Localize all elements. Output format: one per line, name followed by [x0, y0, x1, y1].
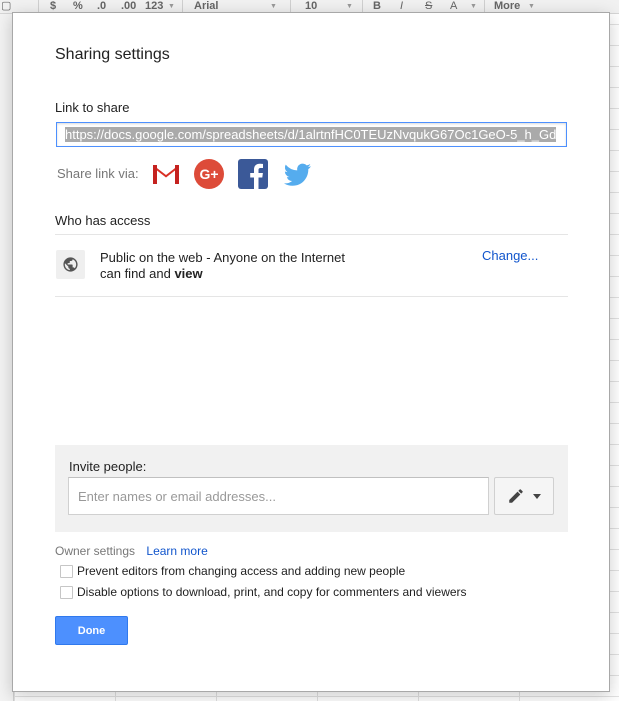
sharing-settings-dialog: Sharing settings Link to share https://d…	[12, 12, 610, 692]
facebook-icon[interactable]	[237, 158, 269, 190]
invite-people-input[interactable]	[68, 477, 489, 515]
chevron-down-icon	[533, 493, 541, 499]
disable-download-label: Disable options to download, print, and …	[77, 585, 467, 599]
gmail-icon[interactable]	[150, 158, 182, 190]
owner-settings-label: Owner settings	[55, 544, 136, 558]
invite-people-label: Invite people:	[69, 459, 147, 474]
prevent-editors-option: Prevent editors from changing access and…	[60, 564, 405, 578]
dialog-title: Sharing settings	[55, 46, 170, 63]
pencil-icon	[509, 489, 523, 503]
twitter-icon[interactable]	[281, 158, 313, 190]
svg-text:G+: G+	[199, 166, 218, 182]
disable-download-checkbox[interactable]	[60, 585, 73, 599]
invite-panel: Invite people:	[55, 445, 568, 532]
change-access-link[interactable]: Change...	[482, 248, 538, 263]
share-via-label: Share link via:	[57, 166, 139, 181]
permission-dropdown-button[interactable]	[494, 477, 554, 515]
link-to-share-label: Link to share	[55, 100, 130, 115]
disable-download-option: Disable options to download, print, and …	[60, 585, 467, 599]
globe-icon	[56, 250, 85, 279]
learn-more-link[interactable]: Learn more	[146, 544, 207, 558]
paint-format-icon[interactable]: ▢	[1, 0, 11, 13]
owner-settings-row: Owner settings Learn more	[55, 544, 208, 558]
divider	[55, 234, 568, 235]
access-description: Public on the web - Anyone on the Intern…	[100, 250, 346, 281]
divider	[55, 296, 568, 297]
who-has-access-label: Who has access	[55, 213, 151, 228]
google-plus-icon[interactable]: G+	[193, 158, 225, 190]
prevent-editors-checkbox[interactable]	[60, 564, 73, 578]
share-link-field[interactable]: https://docs.google.com/spreadsheets/d/1…	[56, 122, 567, 147]
prevent-editors-label: Prevent editors from changing access and…	[77, 564, 406, 578]
done-button[interactable]: Done	[55, 616, 128, 645]
